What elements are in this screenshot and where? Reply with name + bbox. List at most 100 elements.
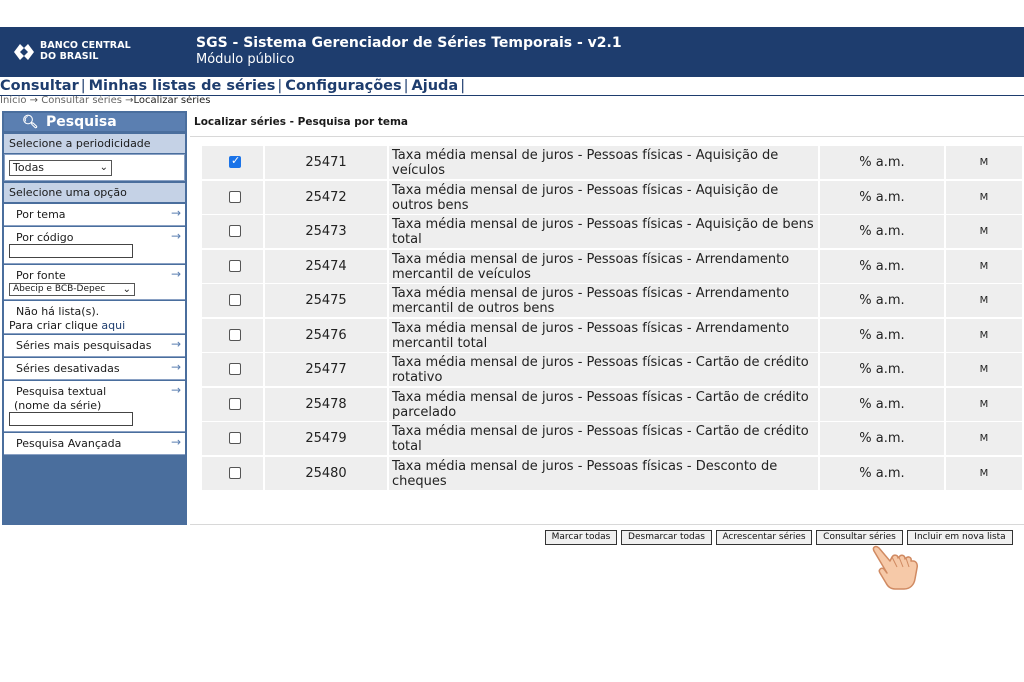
menu-separator: | xyxy=(403,78,409,94)
series-unit: % a.m. xyxy=(820,457,944,490)
bcb-logo[interactable]: BANCO CENTRAL DO BRASIL xyxy=(12,39,132,67)
row-checkbox[interactable] xyxy=(229,225,241,237)
row-checkbox[interactable] xyxy=(229,363,241,375)
periodicity-label: Selecione a periodicidade xyxy=(4,134,185,153)
series-periodicity: M xyxy=(946,215,1022,248)
logo-text: BANCO CENTRAL DO BRASIL xyxy=(40,40,131,62)
row-checkbox[interactable] xyxy=(229,329,241,341)
option-mais-pesquisadas-label: Séries mais pesquisadas xyxy=(16,339,152,352)
unmark-all-button[interactable]: Desmarcar todas xyxy=(621,530,712,545)
series-periodicity: M xyxy=(946,388,1022,421)
menu-configuracoes[interactable]: Configurações xyxy=(285,77,403,95)
series-code: 25477 xyxy=(265,353,387,386)
series-periodicity: M xyxy=(946,146,1022,179)
menu-separator: | xyxy=(277,78,283,94)
row-select-cell xyxy=(202,284,263,317)
add-series-button[interactable]: Acrescentar séries xyxy=(716,530,812,545)
lists-empty-text: Não há lista(s). xyxy=(16,305,100,318)
row-select-cell xyxy=(202,388,263,421)
menu-separator: | xyxy=(80,78,86,94)
series-code: 25476 xyxy=(265,319,387,352)
menu-ajuda[interactable]: Ajuda xyxy=(412,77,461,95)
option-pesquisa-textual-label: Pesquisa textual xyxy=(16,385,107,398)
series-periodicity: M xyxy=(946,457,1022,490)
lists-create-link[interactable]: aqui xyxy=(101,319,125,332)
option-desativadas[interactable]: Séries desativadas → xyxy=(4,358,185,380)
series-unit: % a.m. xyxy=(820,250,944,283)
series-periodicity: M xyxy=(946,284,1022,317)
series-name: Taxa média mensal de juros - Pessoas fís… xyxy=(389,388,818,421)
row-checkbox[interactable] xyxy=(229,260,241,272)
option-por-fonte-label: Por fonte xyxy=(16,269,66,282)
arrow-right-icon: → xyxy=(170,383,181,397)
series-name: Taxa média mensal de juros - Pessoas fís… xyxy=(389,215,818,248)
arrow-right-icon: → xyxy=(170,206,181,220)
series-code: 25471 xyxy=(265,146,387,179)
row-checkbox[interactable] xyxy=(229,398,241,410)
lists-info: Não há lista(s). Para criar clique aqui xyxy=(4,301,185,334)
lists-create-text: Para criar clique xyxy=(9,319,102,332)
option-mais-pesquisadas[interactable]: Séries mais pesquisadas → xyxy=(4,335,185,357)
breadcrumb-separator: → xyxy=(29,95,39,106)
app-header: BANCO CENTRAL DO BRASIL SGS - Sistema Ge… xyxy=(0,27,1024,77)
codigo-input[interactable] xyxy=(9,244,133,258)
row-checkbox[interactable] xyxy=(229,467,241,479)
periodicity-select[interactable]: Todas ⌄ xyxy=(9,160,112,176)
series-periodicity: M xyxy=(946,250,1022,283)
series-unit: % a.m. xyxy=(820,422,944,455)
arrow-right-icon: → xyxy=(170,435,181,449)
breadcrumb-separator: → xyxy=(125,95,134,106)
search-icon: 🔍︎ xyxy=(22,115,39,130)
row-select-cell xyxy=(202,457,263,490)
option-por-fonte[interactable]: Por fonte → Abecip e BCB-Depec ⌄ xyxy=(4,265,185,300)
sidebar-header-label: Pesquisa xyxy=(46,114,117,130)
option-por-codigo-label: Por código xyxy=(16,231,74,244)
series-name: Taxa média mensal de juros - Pessoas fís… xyxy=(389,457,818,490)
chevron-down-icon: ⌄ xyxy=(99,162,108,173)
option-por-tema-label: Por tema xyxy=(16,208,66,221)
option-pesquisa-avancada[interactable]: Pesquisa Avançada → xyxy=(4,433,185,455)
divider xyxy=(190,524,1024,525)
menu-separator: | xyxy=(460,78,466,94)
arrow-right-icon: → xyxy=(170,267,181,281)
row-checkbox[interactable] xyxy=(229,432,241,444)
series-code: 25479 xyxy=(265,422,387,455)
chevron-down-icon: ⌄ xyxy=(122,284,131,295)
series-name: Taxa média mensal de juros - Pessoas fís… xyxy=(389,181,818,214)
series-periodicity: M xyxy=(946,181,1022,214)
option-desativadas-label: Séries desativadas xyxy=(16,362,120,375)
series-name: Taxa média mensal de juros - Pessoas fís… xyxy=(389,422,818,455)
row-select-cell xyxy=(202,353,263,386)
series-name: Taxa média mensal de juros - Pessoas fís… xyxy=(389,353,818,386)
series-code: 25478 xyxy=(265,388,387,421)
row-checkbox[interactable] xyxy=(229,191,241,203)
breadcrumb-consultar[interactable]: Consultar séries xyxy=(41,95,122,106)
series-unit: % a.m. xyxy=(820,146,944,179)
textual-input[interactable] xyxy=(9,412,133,426)
option-por-codigo[interactable]: Por código → xyxy=(4,227,185,264)
pointing-hand-icon xyxy=(872,545,918,590)
bcb-logo-icon xyxy=(14,44,34,60)
mark-all-button[interactable]: Marcar todas xyxy=(545,530,617,545)
fonte-select[interactable]: Abecip e BCB-Depec ⌄ xyxy=(9,283,135,296)
series-unit: % a.m. xyxy=(820,215,944,248)
series-name: Taxa média mensal de juros - Pessoas fís… xyxy=(389,284,818,317)
sidebar: 🔍︎ Pesquisa Selecione a periodicidade To… xyxy=(2,111,187,525)
app-title: SGS - Sistema Gerenciador de Séries Temp… xyxy=(196,35,622,51)
periodicity-box: Todas ⌄ xyxy=(4,154,185,181)
option-pesquisa-textual[interactable]: Pesquisa textual (nome da série) → xyxy=(4,381,185,432)
lists-create-hint: Para criar clique aqui xyxy=(9,319,125,332)
series-unit: % a.m. xyxy=(820,388,944,421)
option-por-tema[interactable]: Por tema → xyxy=(4,204,185,226)
logo-line-2: DO BRASIL xyxy=(40,50,99,62)
option-pesquisa-avancada-label: Pesquisa Avançada xyxy=(16,437,122,450)
row-select-cell xyxy=(202,181,263,214)
menu-minhas-listas[interactable]: Minhas listas de séries xyxy=(89,77,278,95)
menu-consultar[interactable]: Consultar xyxy=(0,77,81,95)
series-code: 25472 xyxy=(265,181,387,214)
breadcrumb-inicio[interactable]: Início xyxy=(0,95,26,106)
fonte-select-value: Abecip e BCB-Depec xyxy=(13,284,106,294)
row-checkbox[interactable] xyxy=(229,154,241,168)
row-checkbox[interactable] xyxy=(229,294,241,306)
series-periodicity: M xyxy=(946,422,1022,455)
